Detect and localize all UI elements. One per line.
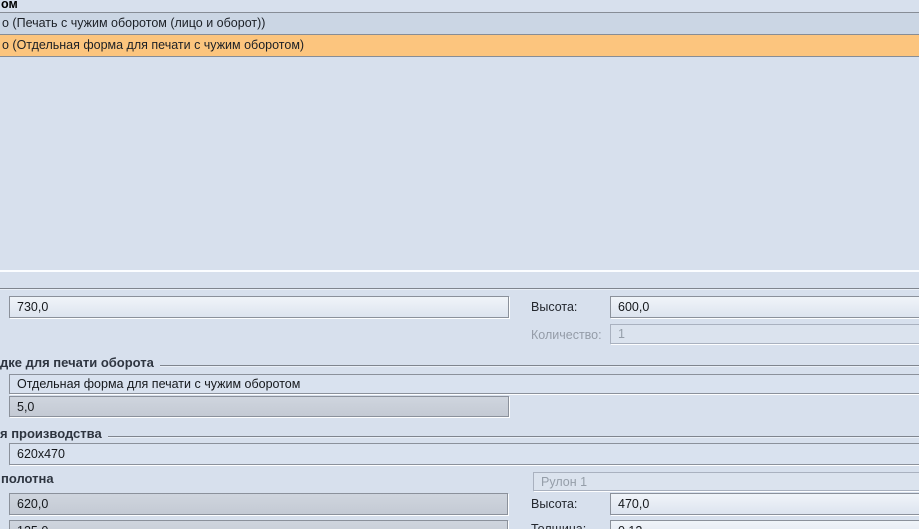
web-width2-input[interactable] bbox=[9, 520, 508, 529]
height-label: Высота: bbox=[531, 300, 578, 314]
form-height-input[interactable] bbox=[610, 296, 919, 318]
reverse-print-section-header: дке для печати оборота bbox=[0, 355, 919, 370]
list-header-title: ом bbox=[1, 0, 18, 11]
production-section-header: я производства bbox=[0, 426, 919, 441]
web-section-title: полотна bbox=[1, 471, 54, 486]
quantity-label: Количество: bbox=[531, 328, 602, 342]
web-width-input[interactable] bbox=[9, 493, 508, 515]
reverse-form-name-input[interactable] bbox=[9, 374, 919, 394]
app-window: ом о (Печать с чужим оборотом (лицо и об… bbox=[0, 0, 919, 529]
quantity-input bbox=[610, 324, 919, 344]
production-format-input[interactable] bbox=[9, 443, 919, 465]
panel-separator-line bbox=[0, 270, 919, 272]
thickness-input[interactable] bbox=[610, 520, 919, 529]
reverse-print-section-title: дке для печати оборота bbox=[0, 355, 154, 370]
roll-input bbox=[533, 472, 919, 491]
group-title-line bbox=[107, 436, 919, 437]
group-title-line bbox=[159, 365, 919, 366]
form-width-input[interactable] bbox=[9, 296, 509, 318]
production-section-title: я производства bbox=[0, 426, 102, 441]
web-height-label: Высота: bbox=[531, 497, 578, 511]
group-separator-line bbox=[0, 288, 919, 289]
thickness-label: Толщина: bbox=[531, 522, 587, 529]
web-height-input[interactable] bbox=[610, 493, 919, 515]
list-item-separate-form-selected[interactable]: о (Отдельная форма для печати с чужим об… bbox=[0, 35, 919, 57]
list-item-print-foreign-reverse[interactable]: о (Печать с чужим оборотом (лицо и оборо… bbox=[0, 12, 919, 35]
reverse-offset-input[interactable] bbox=[9, 396, 509, 417]
